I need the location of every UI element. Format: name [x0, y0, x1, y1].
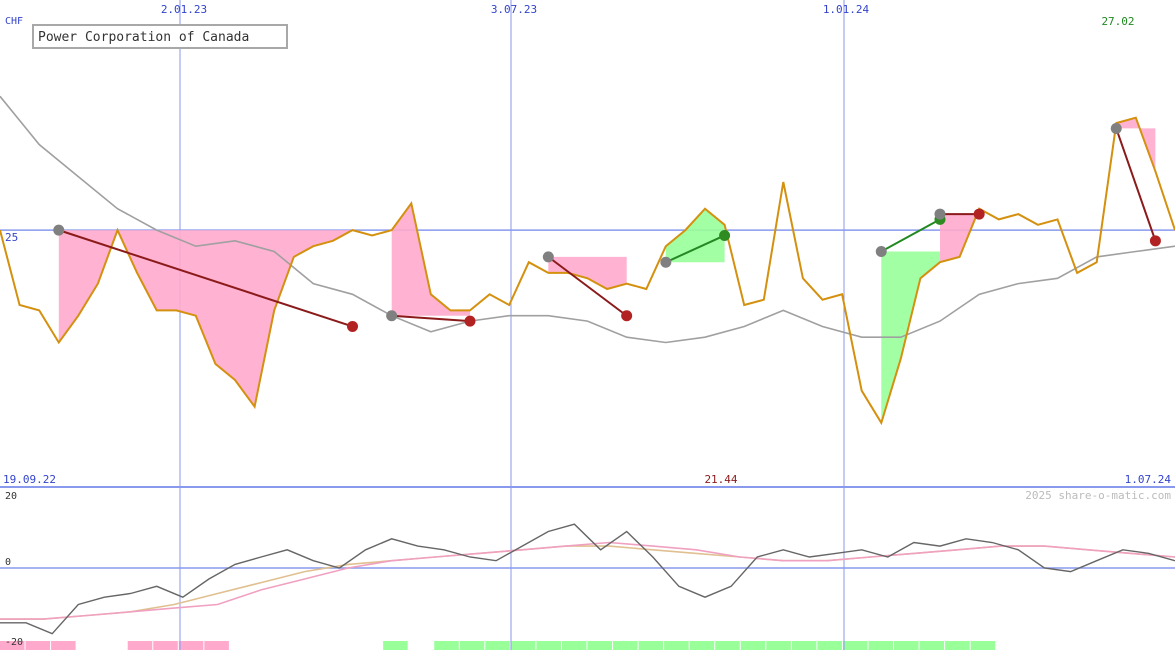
volume-bar-26 — [638, 641, 664, 650]
volume-bar-23 — [561, 641, 587, 650]
trade-entry-marker-6 — [934, 208, 946, 220]
volume-bar-34 — [842, 641, 868, 650]
volume-bar-24 — [587, 641, 613, 650]
trade-exit-marker-4 — [719, 229, 731, 241]
volume-bar-16 — [383, 641, 408, 650]
oscillator-panel — [0, 523, 1175, 635]
volume-bar-8 — [178, 641, 204, 650]
trade-line-5 — [880, 218, 941, 253]
volume-bar-19 — [459, 641, 485, 650]
date-label-2: 3.07.23 — [491, 3, 537, 16]
chart-title: Power Corporation of Canada — [38, 30, 249, 45]
volume-bar-37 — [919, 641, 945, 650]
trade-entry-marker-3 — [542, 251, 554, 263]
copyright-label: 2025 share-o-matic.com — [1025, 489, 1171, 502]
chart-canvas: CHF 2.01.23 3.07.23 1.01.24 27.02 Power … — [0, 0, 1175, 650]
volume-bars — [0, 641, 996, 650]
volume-bar-36 — [894, 641, 919, 650]
volume-bar-32 — [791, 641, 817, 650]
volume-bar-29 — [715, 641, 740, 650]
trade-entry-marker-2 — [386, 310, 398, 322]
trade-entry-marker-4 — [660, 256, 672, 268]
trade-fill-6 — [940, 208, 980, 263]
last-date-label: 27.02 — [1101, 15, 1134, 28]
trade-fill-2 — [391, 203, 470, 316]
volume-bar-38 — [945, 641, 970, 650]
trade-exit-marker-7 — [1149, 235, 1161, 247]
stock-chart: CHF 2.01.23 3.07.23 1.01.24 27.02 Power … — [0, 0, 1175, 650]
volume-bar-3 — [51, 641, 76, 650]
trade-exit-marker-1 — [347, 320, 358, 332]
trade-entry-marker-1 — [53, 224, 65, 236]
volume-bar-18 — [434, 641, 459, 650]
min-price-label: 21.44 — [704, 473, 737, 486]
volume-bar-28 — [689, 641, 715, 650]
volume-bar-7 — [153, 641, 178, 650]
trade-entry-marker-5 — [875, 246, 887, 258]
osc-top-label: 20 — [5, 491, 17, 502]
volume-bar-2 — [25, 641, 51, 650]
osc-zero-label: 0 — [5, 557, 11, 568]
volume-bar-20 — [485, 641, 510, 650]
date-label-1: 2.01.23 — [161, 3, 207, 16]
start-date-label: 19.09.22 — [3, 473, 56, 486]
volume-bar-27 — [664, 641, 689, 650]
trade-fill-1 — [58, 230, 353, 407]
grid-lines — [0, 0, 1175, 650]
volume-bar-31 — [766, 641, 791, 650]
trade-exit-marker-3 — [621, 310, 633, 322]
volume-bar-22 — [536, 641, 561, 650]
price-level-label: 25 — [5, 231, 18, 244]
volume-bar-21 — [510, 641, 536, 650]
trade-exit-marker-2 — [464, 315, 476, 327]
osc-main-line — [0, 523, 1175, 635]
date-label-3: 1.01.24 — [823, 3, 870, 16]
volume-bar-9 — [204, 641, 229, 650]
volume-bar-39 — [970, 641, 996, 650]
volume-bar-35 — [868, 641, 894, 650]
volume-bar-25 — [613, 641, 638, 650]
trade-exit-marker-6 — [973, 208, 985, 220]
volume-bar-33 — [817, 641, 842, 650]
end-date-label: 1.07.24 — [1125, 473, 1172, 486]
osc-bottom-label: -20 — [5, 637, 23, 648]
trade-fills — [58, 117, 1156, 423]
osc-fast-line — [0, 541, 1175, 620]
volume-bar-6 — [127, 641, 153, 650]
trade-entry-marker-7 — [1110, 122, 1122, 134]
currency-label: CHF — [5, 16, 23, 27]
volume-bar-30 — [740, 641, 766, 650]
